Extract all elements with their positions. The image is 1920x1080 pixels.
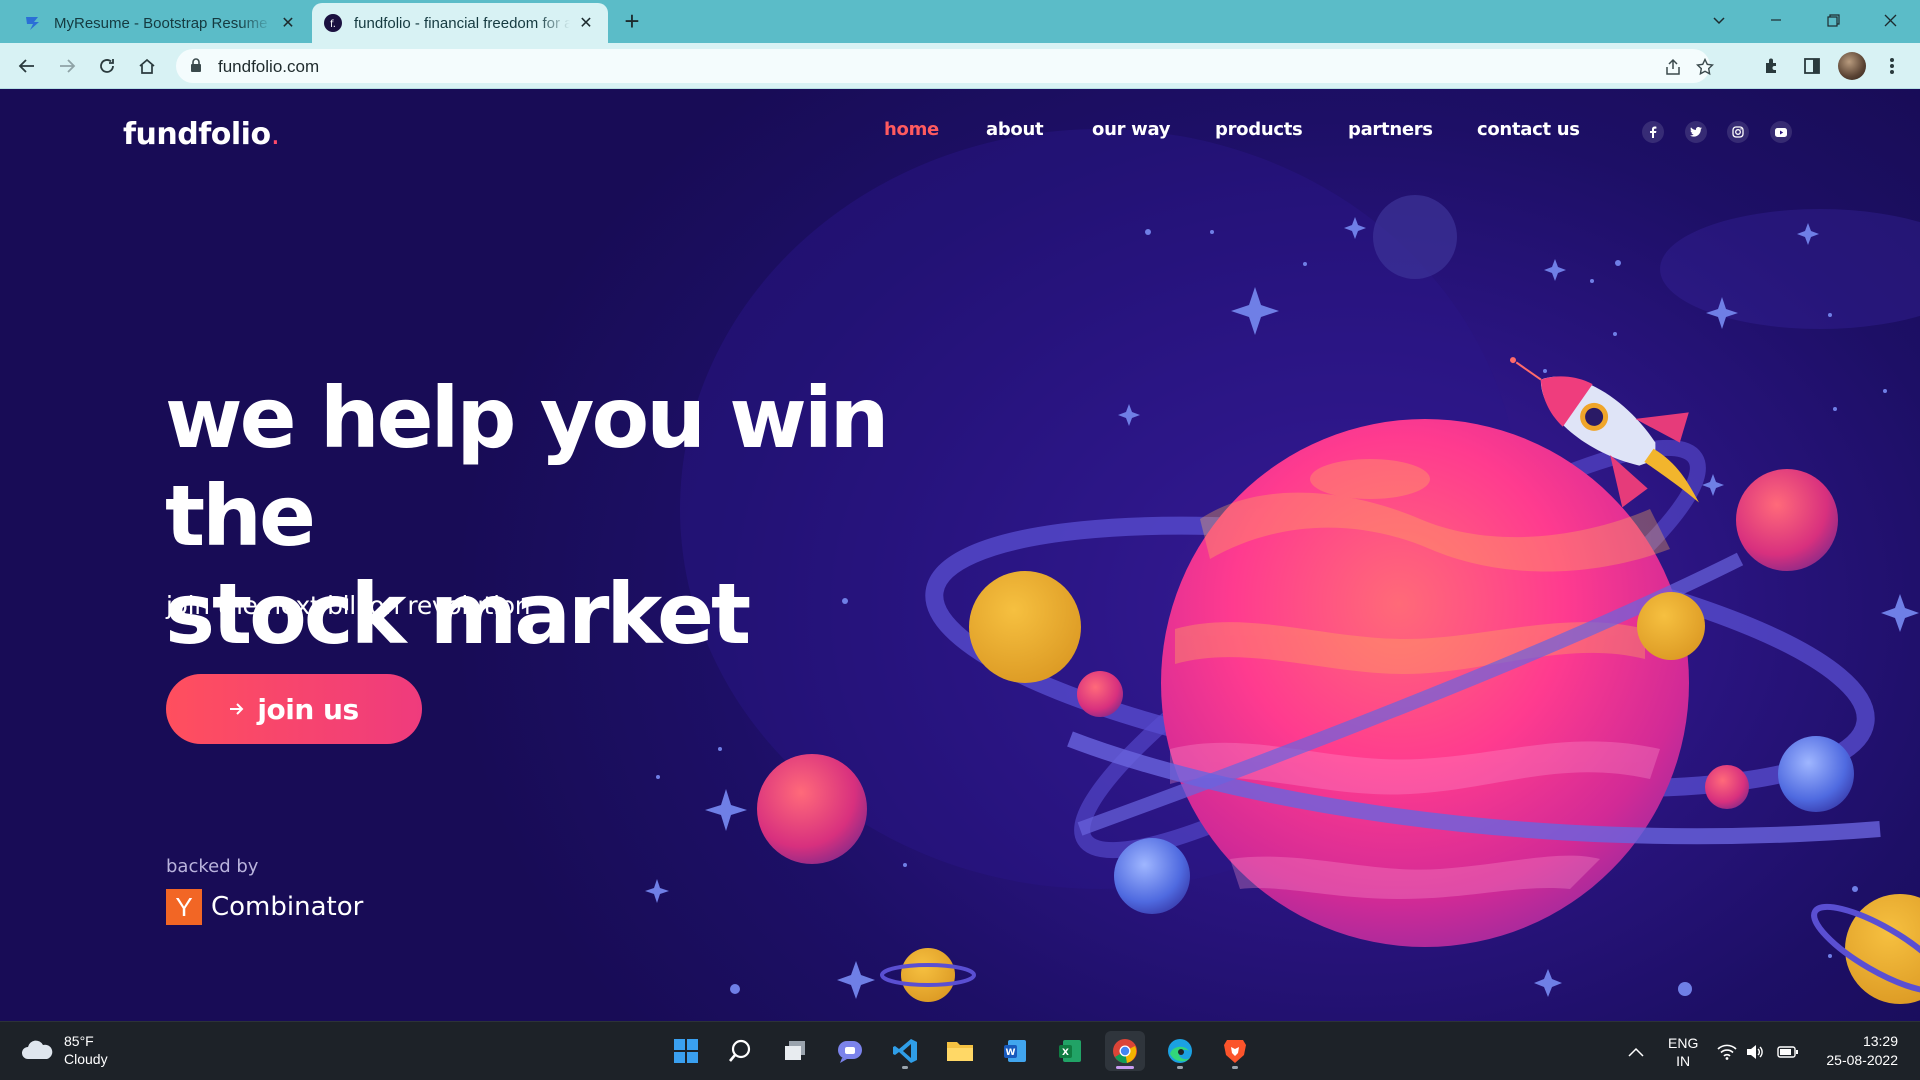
teams-chat-icon[interactable]	[830, 1031, 870, 1071]
side-panel-icon[interactable]	[1798, 52, 1826, 80]
browser-toolbar: fundfolio.com	[0, 43, 1920, 89]
running-indicator	[1232, 1066, 1238, 1069]
tab-title: MyResume - Bootstrap Resume and CV Templ…	[54, 14, 272, 32]
new-tab-button[interactable]: +	[618, 8, 646, 36]
show-hidden-icons-chevron-icon[interactable]	[1628, 1022, 1644, 1080]
share-icon[interactable]	[1662, 56, 1684, 78]
weather-widget[interactable]: 85°F Cloudy	[20, 1032, 108, 1068]
tab-myresume[interactable]: MyResume - Bootstrap Resume and CV Templ…	[12, 3, 310, 43]
small-pink-moon	[1077, 671, 1123, 717]
nav-products[interactable]: products	[1215, 119, 1303, 140]
arrow-right-icon	[229, 702, 245, 716]
system-clock[interactable]: 13:29 25-08-2022	[1826, 1032, 1898, 1070]
extensions-icon[interactable]	[1758, 52, 1786, 80]
nav-partners[interactable]: partners	[1348, 119, 1433, 140]
battery-icon[interactable]	[1777, 1022, 1799, 1080]
instagram-icon[interactable]	[1727, 121, 1749, 143]
running-indicator	[1177, 1066, 1183, 1069]
nebula-shape	[1660, 209, 1920, 329]
vscode-icon[interactable]	[885, 1031, 925, 1071]
clock-time: 13:29	[1862, 1033, 1898, 1049]
nav-about[interactable]: about	[986, 119, 1044, 140]
blue-planet-right	[1778, 736, 1854, 812]
youtube-icon[interactable]	[1770, 121, 1792, 143]
gold-moon	[1637, 592, 1705, 660]
headline-line-1: we help you win the	[165, 369, 889, 565]
language-indicator[interactable]: ENG IN	[1668, 1022, 1698, 1080]
back-button[interactable]	[11, 50, 43, 82]
tab-title: fundfolio - financial freedom for all	[354, 14, 570, 32]
blue-planet-bottom	[1114, 838, 1190, 914]
myresume-favicon-icon	[24, 14, 42, 32]
pink-planet-left	[757, 754, 867, 864]
word-icon[interactable]: W	[995, 1031, 1035, 1071]
distant-planet	[1373, 195, 1457, 279]
wifi-icon[interactable]	[1717, 1022, 1737, 1080]
nav-contact-us[interactable]: contact us	[1477, 119, 1580, 140]
address-bar[interactable]: fundfolio.com	[176, 49, 1714, 83]
y-combinator-name: Combinator	[211, 892, 364, 922]
task-view-icon[interactable]	[775, 1031, 815, 1071]
start-icon[interactable]	[666, 1031, 706, 1071]
browser-menu-icon[interactable]	[1878, 52, 1906, 80]
home-button[interactable]	[131, 50, 163, 82]
restore-button[interactable]	[1806, 0, 1860, 40]
small-pink-moon	[1705, 765, 1749, 809]
logo-dot: .	[270, 117, 281, 152]
join-us-label: join us	[257, 692, 359, 726]
nav-our-way[interactable]: our way	[1092, 119, 1170, 140]
nav-home[interactable]: home	[884, 119, 939, 140]
volume-icon[interactable]	[1746, 1022, 1764, 1080]
fundfolio-favicon-icon: f.	[324, 14, 342, 32]
search-icon[interactable]	[720, 1031, 760, 1071]
tab-fundfolio[interactable]: f. fundfolio - financial freedom for all…	[312, 3, 608, 43]
logo-text: fundfolio	[123, 117, 271, 152]
url-text: fundfolio.com	[218, 57, 320, 76]
brave-icon[interactable]	[1215, 1031, 1255, 1071]
svg-text:W: W	[1006, 1048, 1016, 1058]
tab-close-icon[interactable]: ✕	[278, 13, 298, 33]
chrome-icon[interactable]	[1105, 1031, 1145, 1071]
twitter-icon[interactable]	[1685, 121, 1707, 143]
profile-avatar[interactable]	[1838, 52, 1866, 80]
lock-icon	[190, 58, 202, 78]
pink-planet-right	[1736, 469, 1838, 571]
language-line-2: IN	[1676, 1052, 1691, 1069]
facebook-icon[interactable]	[1642, 121, 1664, 143]
edge-icon[interactable]	[1160, 1031, 1200, 1071]
tab-search-chevron-icon[interactable]	[1692, 0, 1746, 40]
running-indicator	[902, 1066, 908, 1069]
bookmark-star-icon[interactable]	[1694, 56, 1716, 78]
weather-temp: 85°F	[64, 1033, 94, 1049]
fundfolio-page: fundfolio. home about our way products p…	[0, 89, 1920, 1021]
running-indicator	[1116, 1066, 1134, 1069]
fundfolio-logo[interactable]: fundfolio.	[123, 117, 280, 152]
tab-close-icon[interactable]: ✕	[576, 13, 596, 33]
svg-text:f.: f.	[330, 19, 336, 30]
gold-moon-small	[901, 948, 955, 1002]
file-explorer-icon[interactable]	[940, 1031, 980, 1071]
forward-button[interactable]	[51, 50, 83, 82]
y-combinator-logo: Y Combinator	[166, 889, 363, 925]
windows-taskbar: 85°F Cloudy W X ENG IN 13:29 25-08-2022	[0, 1021, 1920, 1080]
clock-date: 25-08-2022	[1826, 1052, 1898, 1068]
svg-text:X: X	[1062, 1048, 1069, 1058]
backed-by-label: backed by	[166, 856, 259, 877]
reload-button[interactable]	[91, 50, 123, 82]
hero-subheadline: join the next billion revolution	[166, 591, 531, 620]
join-us-button[interactable]: join us	[166, 674, 422, 744]
close-window-button[interactable]	[1863, 0, 1917, 40]
minimize-button[interactable]	[1749, 0, 1803, 40]
browser-tabstrip: MyResume - Bootstrap Resume and CV Templ…	[0, 0, 1920, 43]
cloud-icon	[22, 1040, 53, 1059]
excel-icon[interactable]: X	[1050, 1031, 1090, 1071]
y-combinator-badge: Y	[166, 889, 202, 925]
weather-desc: Cloudy	[64, 1051, 108, 1067]
language-line-1: ENG	[1668, 1034, 1699, 1051]
